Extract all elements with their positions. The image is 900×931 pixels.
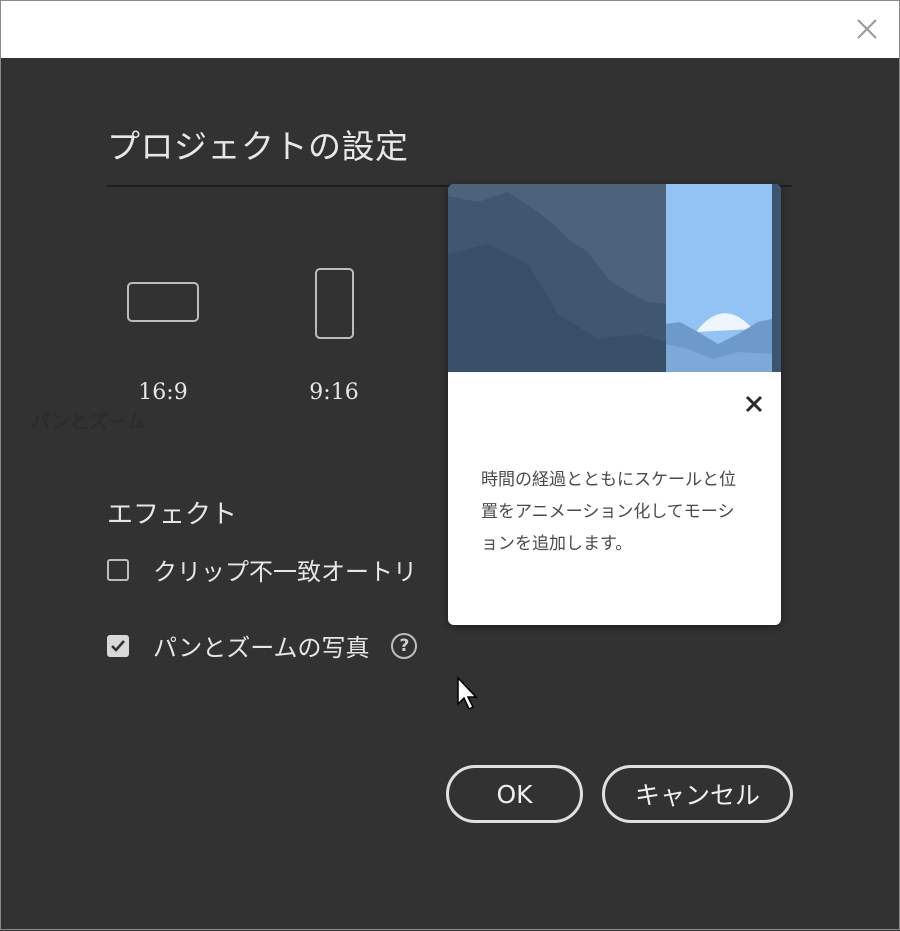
auto-reframe-label: クリップ不一致オートリ <box>153 558 417 586</box>
landscape-frame-icon <box>127 282 199 322</box>
ratio-label: 9:16 <box>309 380 359 405</box>
pan-zoom-label: パンとズームの写真 <box>153 634 370 662</box>
landscape-illustration <box>448 184 781 372</box>
portrait-frame-icon <box>315 268 354 339</box>
pan-zoom-checkbox[interactable] <box>107 634 129 657</box>
dialog-title: プロジェクトの設定 <box>107 127 409 166</box>
effects-label: エフェクト <box>107 500 238 530</box>
ok-button[interactable]: OK <box>446 765 583 823</box>
close-icon[interactable] <box>853 15 881 43</box>
ratio-option-16-9[interactable]: 16:9 <box>127 280 199 410</box>
window-titlebar <box>0 0 900 58</box>
cancel-button[interactable]: キャンセル <box>602 765 793 823</box>
pan-zoom-option[interactable]: パンとズームの写真 ? <box>107 628 418 663</box>
auto-reframe-option[interactable]: クリップ不一致オートリ <box>107 552 417 587</box>
popover-title: パンとズーム <box>31 411 146 433</box>
ratio-option-9-16[interactable]: 9:16 <box>298 266 370 410</box>
popover-body: 時間の経過とともにスケールと位置をアニメーション化してモーションを追加します。 <box>481 470 736 554</box>
checkmark-icon <box>111 639 125 652</box>
mouse-cursor-icon <box>457 676 478 711</box>
ratio-label: 16:9 <box>138 380 188 405</box>
help-icon[interactable]: ? <box>391 632 418 659</box>
popover-close-icon[interactable] <box>743 393 765 415</box>
auto-reframe-checkbox[interactable] <box>107 558 129 581</box>
